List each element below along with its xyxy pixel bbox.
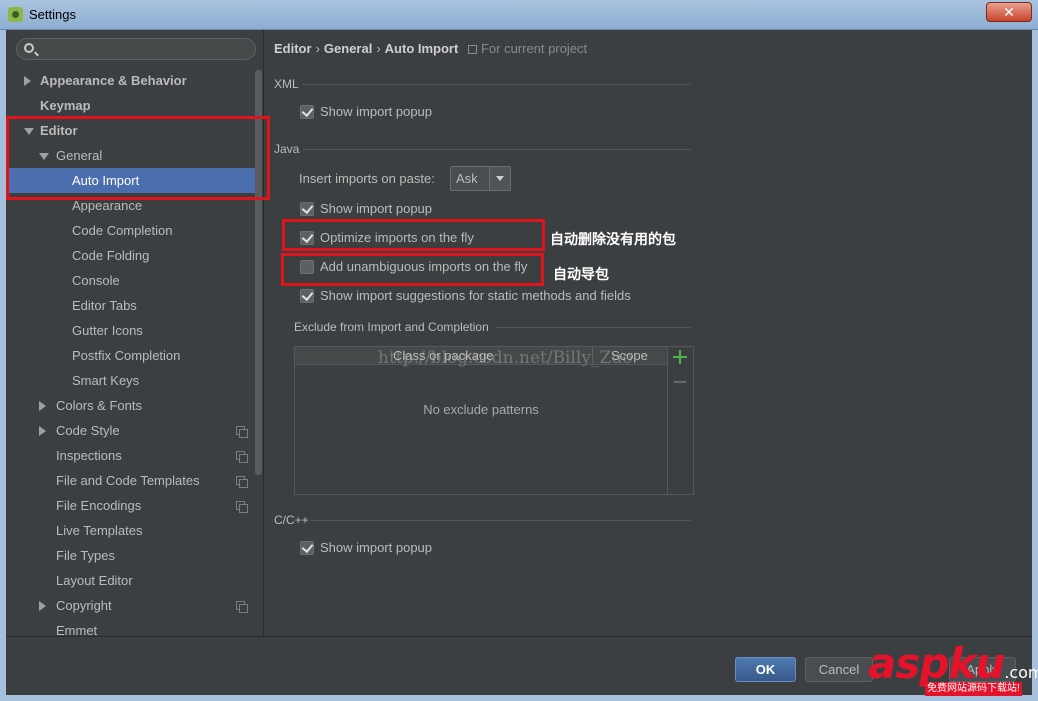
breadcrumb-editor: Editor [274,41,312,56]
editor-highlight-box [6,116,270,200]
scope-label: For current project [480,41,588,56]
optimize-highlight-box [282,219,545,251]
sidebar-item-label: File Types [56,548,116,563]
sidebar-item-label: Code Style [56,423,120,438]
sidebar-item-label: Copyright [56,598,112,613]
project-scope-icon [467,45,477,54]
close-button[interactable]: ✕ [986,2,1032,22]
insert-imports-select[interactable]: Ask [450,166,511,191]
sidebar-item-appearance-behavior[interactable]: Appearance & Behavior [6,68,256,93]
unambiguous-highlight-box [281,253,544,286]
sidebar-item-label: Keymap [40,98,91,113]
section-divider [303,84,691,85]
sidebar-item-code-style[interactable]: Code Style [6,418,256,443]
sidebar-item-copyright[interactable]: Copyright [6,593,256,618]
project-scope-icon [236,476,248,488]
select-value: Ask [456,171,478,186]
checkbox-label: Show import popup [320,201,433,216]
chevron-right-icon[interactable] [39,401,46,411]
site-logo: aspku.com 免费网站源码下载站! [868,639,1038,700]
sidebar-item-label: Inspections [56,448,122,463]
window-title: Settings [29,7,76,22]
watermark: http://blog.csdn.net/Billy_Zuo [378,348,633,368]
empty-table-message: No exclude patterns [423,402,539,417]
sidebar-item-smart-keys[interactable]: Smart Keys [6,368,256,393]
sidebar-item-label: Layout Editor [56,573,133,588]
project-scope-icon [236,601,248,613]
sidebar-item-colors-fonts[interactable]: Colors & Fonts [6,393,256,418]
checkbox[interactable] [300,105,314,119]
settings-content: Editor › General › Auto Import For current p… [265,30,1032,636]
table-toolbar [667,347,693,494]
sidebar-item-gutter-icons[interactable]: Gutter Icons [6,318,256,343]
sidebar-item-console[interactable]: Console [6,268,256,293]
ok-button[interactable]: OK [735,657,796,682]
sidebar-item-keymap[interactable]: Keymap [6,93,256,118]
sidebar-item-code-completion[interactable]: Code Completion [6,218,256,243]
sidebar-item-label: Code Completion [72,223,173,238]
sidebar-item-label: Code Folding [72,248,150,263]
checkbox[interactable] [300,202,314,216]
checkbox[interactable] [300,541,314,555]
breadcrumb-general: General [323,41,373,56]
section-java-title: Java [274,142,300,156]
sidebar-item-file-encodings[interactable]: File Encodings [6,493,256,518]
sidebar-item-label: File Encodings [56,498,142,513]
sidebar-item-file-and-code-templates[interactable]: File and Code Templates [6,468,256,493]
sidebar-item-inspections[interactable]: Inspections [6,443,256,468]
sidebar-item-label: File and Code Templates [56,473,200,488]
logo-brand: aspku [868,639,1005,688]
breadcrumb: Editor › General › Auto Import For current p… [274,41,588,56]
sidebar-item-code-folding[interactable]: Code Folding [6,243,256,268]
unambiguous-annotation: 自动导包 [553,266,609,282]
chevron-right-icon[interactable] [24,76,31,86]
project-scope-icon [236,451,248,463]
section-divider [303,149,691,150]
sidebar-item-label: Colors & Fonts [56,398,142,413]
remove-icon[interactable] [674,381,686,383]
breadcrumb-auto-import: Auto Import [384,41,459,56]
sidebar-item-label: Postfix Completion [72,348,181,363]
project-scope-icon [236,426,248,438]
project-scope-icon [236,501,248,513]
chevron-right-icon[interactable] [39,426,46,436]
sidebar-item-label: Smart Keys [72,373,140,388]
sidebar-item-layout-editor[interactable]: Layout Editor [6,568,256,593]
checkbox-label: Show import popup [320,540,433,555]
section-divider [495,327,691,328]
logo-tagline: 免费网站源码下载站! [925,682,1022,696]
checkbox-label: Show import popup [320,104,433,119]
add-icon[interactable] [673,350,687,364]
title-bar: Settings ✕ [0,0,1038,30]
optimize-annotation: 自动删除没有用的包 [550,231,676,247]
sidebar-item-label: Appearance & Behavior [40,73,187,88]
section-divider [311,520,691,521]
sidebar-item-editor-tabs[interactable]: Editor Tabs [6,293,256,318]
search-icon [24,43,34,53]
android-studio-icon [8,7,23,22]
cancel-button[interactable]: Cancel [805,657,873,682]
search-input[interactable] [16,38,256,60]
sidebar-item-postfix-completion[interactable]: Postfix Completion [6,343,256,368]
exclude-table[interactable]: Class or package Scope No exclude patter… [294,346,694,495]
section-xml-title: XML [274,77,299,91]
sidebar-item-label: Live Templates [56,523,143,538]
logo-suffix: .com [1004,663,1038,682]
sidebar-item-label: Gutter Icons [72,323,143,338]
checkbox-label: Show import suggestions for static metho… [320,288,631,303]
sidebar-item-file-types[interactable]: File Types [6,543,256,568]
sidebar-item-live-templates[interactable]: Live Templates [6,518,256,543]
section-cpp-title: C/C++ [274,513,309,527]
sidebar-item-label: Editor Tabs [72,298,137,313]
chevron-down-icon[interactable] [489,167,510,190]
checkbox[interactable] [300,289,314,303]
exclude-section-title: Exclude from Import and Completion [294,320,489,334]
insert-imports-label: Insert imports on paste: [299,171,435,186]
sidebar-item-label: Console [72,273,120,288]
chevron-right-icon[interactable] [39,601,46,611]
